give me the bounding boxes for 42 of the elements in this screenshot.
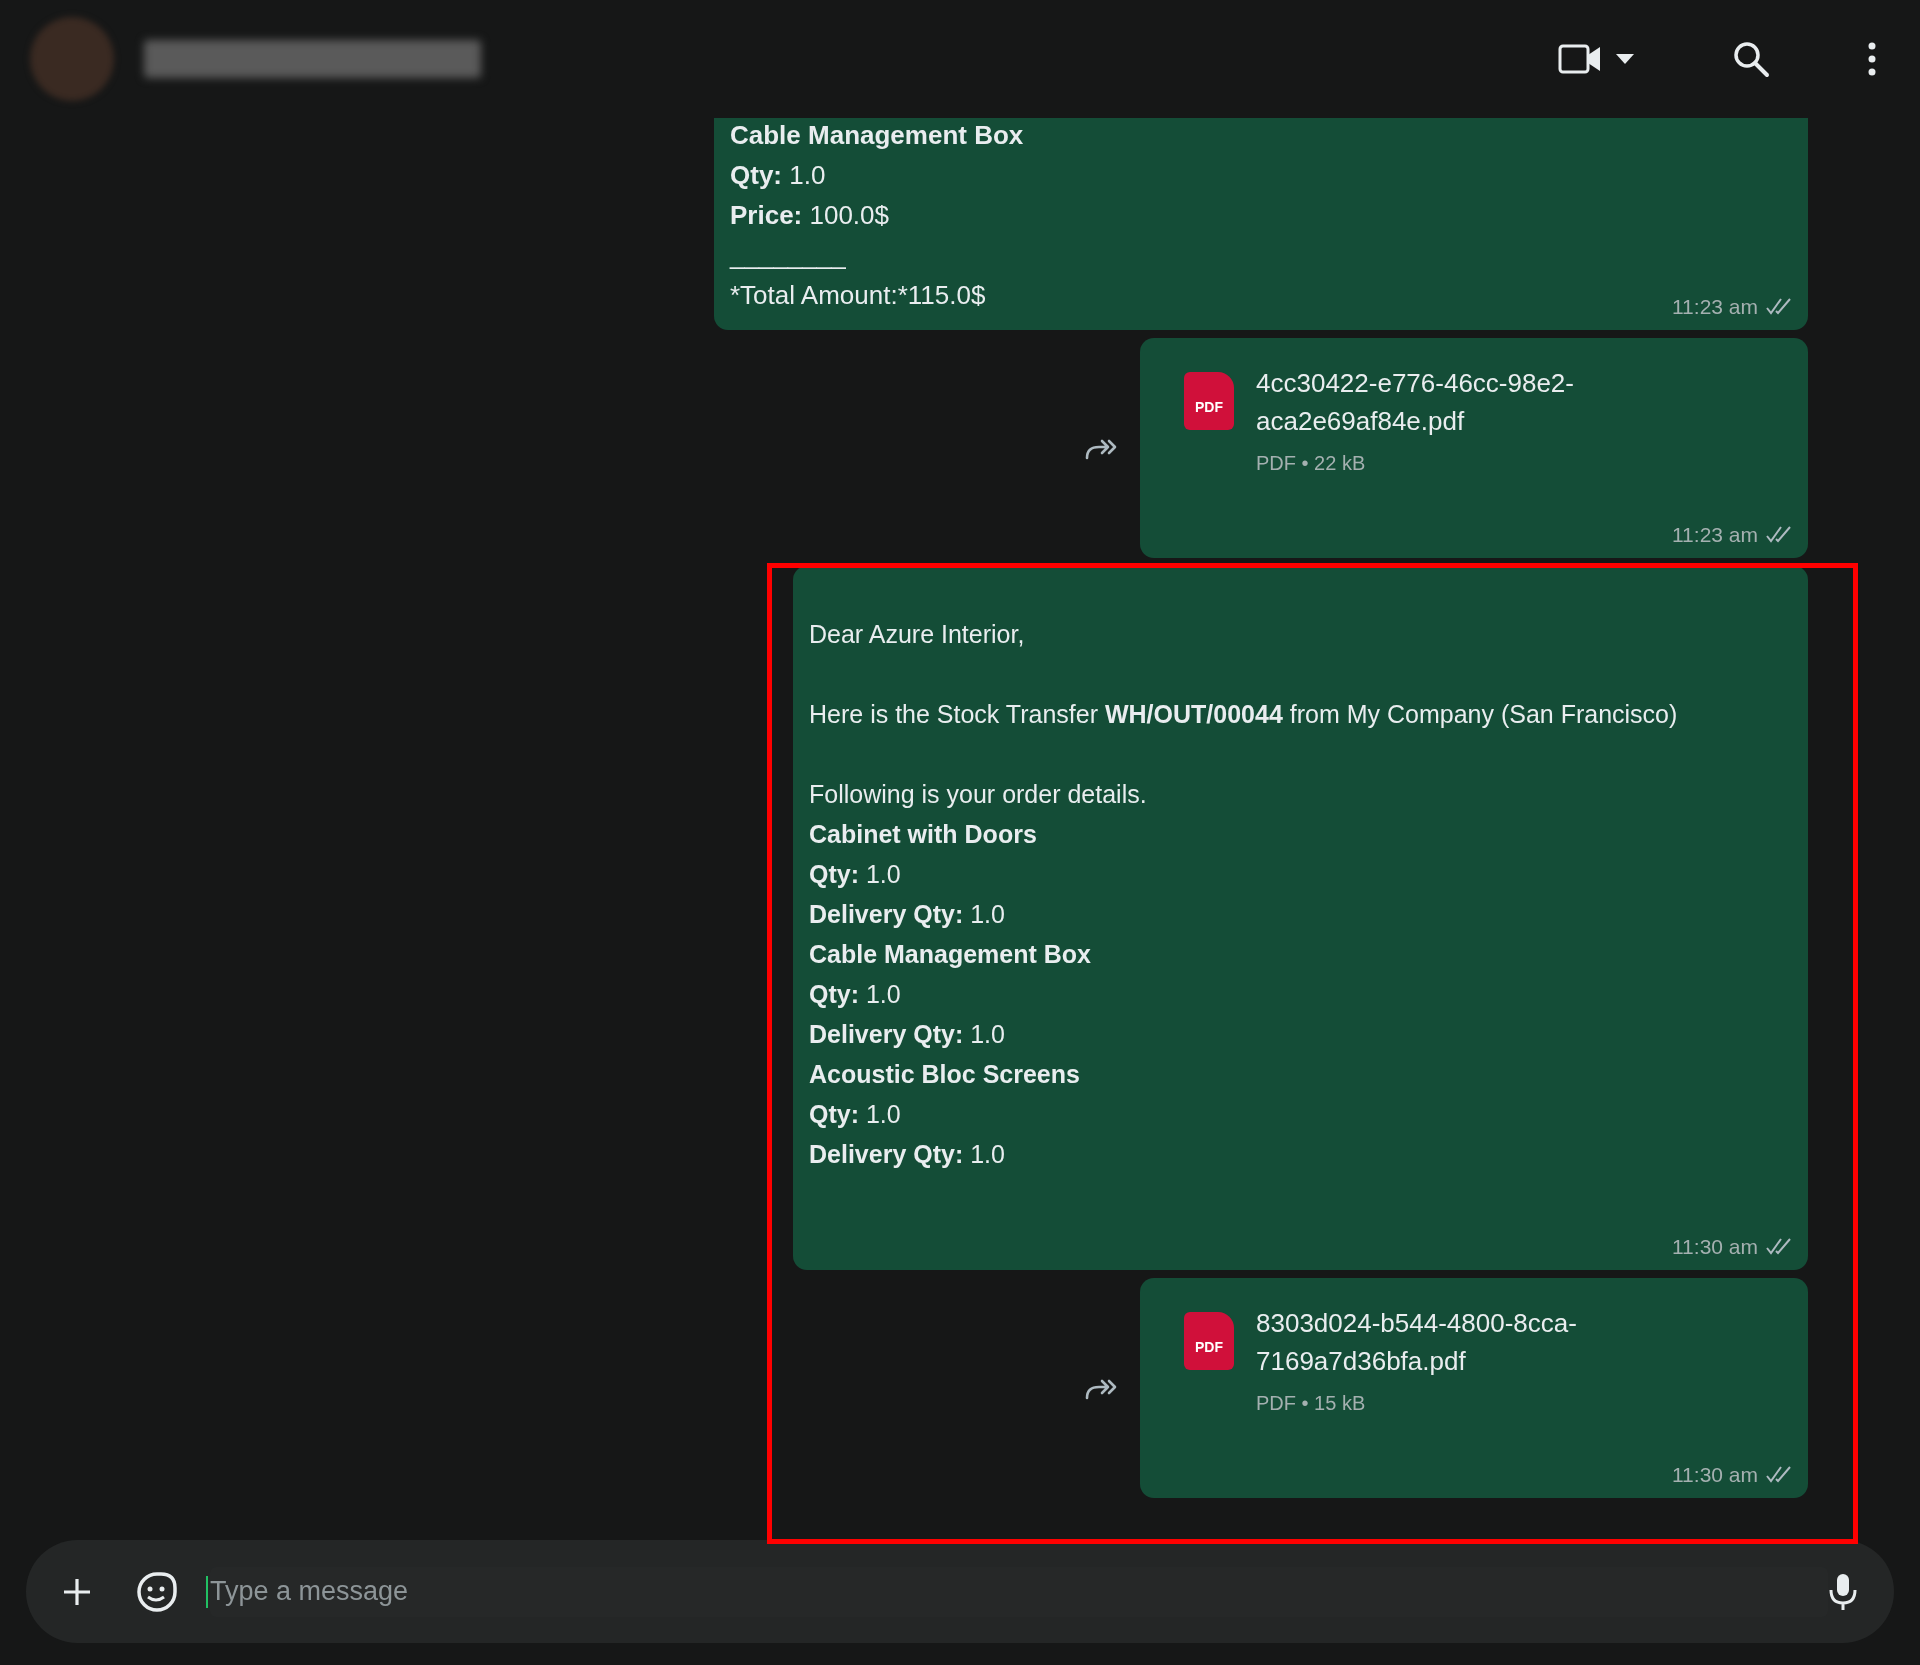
double-check-icon	[1766, 297, 1792, 316]
double-check-icon	[1766, 1237, 1792, 1256]
message-line: Acoustic Bloc Screens	[809, 1059, 1080, 1090]
video-call-icon[interactable]	[1558, 43, 1602, 75]
double-check-icon	[1766, 1465, 1792, 1484]
message-line: Qty: 1.0	[730, 159, 826, 192]
file-name: 8303d024-b544-4800-8cca-7169a7d36bfa.pdf	[1256, 1307, 1578, 1378]
message-line: Cable Management Box	[730, 119, 1024, 152]
message-line: Cabinet with Doors	[809, 819, 1037, 850]
file-name: 4cc30422-e776-46cc-98e2-aca2e69af84e.pdf	[1256, 367, 1575, 438]
plus-icon[interactable]	[62, 1576, 92, 1607]
pdf-file-icon: PDF	[1184, 372, 1234, 430]
file-meta: PDF • 15 kB	[1256, 1391, 1367, 1416]
message-composer[interactable]: Type a message	[26, 1540, 1894, 1643]
caret-icon[interactable]	[1616, 54, 1634, 64]
message-line: Delivery Qty: 1.0	[809, 899, 1005, 930]
message-time: 11:23 am	[1672, 521, 1758, 548]
message-line: Qty: 1.0	[809, 979, 901, 1010]
document-bubble[interactable]: PDF 8303d024-b544-4800-8cca-7169a7d36bfa.pdf PDF • 15 kB 11:30 am	[1140, 1278, 1808, 1498]
microphone-icon[interactable]	[1828, 1571, 1858, 1612]
message-time: 11:30 am	[1672, 1233, 1758, 1260]
search-icon[interactable]	[1732, 40, 1770, 78]
double-check-icon	[1766, 525, 1792, 544]
message-time: 11:30 am	[1672, 1461, 1758, 1488]
message-line: *Total Amount:*115.0$	[730, 279, 986, 312]
text-cursor	[206, 1575, 208, 1608]
message-line: Price: 100.0$	[730, 199, 889, 232]
message-line: Here is the Stock Transfer WH/OUT/00044 from My Company (San Francisco)	[809, 699, 1678, 730]
document-bubble[interactable]: PDF 4cc30422-e776-46cc-98e2-aca2e69af84e.pdf PDF • 22 kB 11:23 am	[1140, 338, 1808, 558]
menu-icon[interactable]	[1868, 42, 1876, 76]
message-line: Delivery Qty: 1.0	[809, 1139, 1005, 1170]
message-line: ________	[730, 239, 846, 272]
message-time: 11:23 am	[1672, 293, 1758, 320]
file-meta: PDF • 22 kB	[1256, 451, 1367, 476]
message-line: Qty: 1.0	[809, 1099, 901, 1130]
message-line: Dear Azure Interior,	[809, 619, 1025, 650]
sticker-icon[interactable]	[136, 1570, 178, 1613]
message-line: Delivery Qty: 1.0	[809, 1019, 1005, 1050]
message-line: Qty: 1.0	[809, 859, 901, 890]
pdf-file-icon: PDF	[1184, 1312, 1234, 1370]
message-line: Cable Management Box	[809, 939, 1091, 970]
message-line: Following is your order details.	[809, 779, 1147, 810]
